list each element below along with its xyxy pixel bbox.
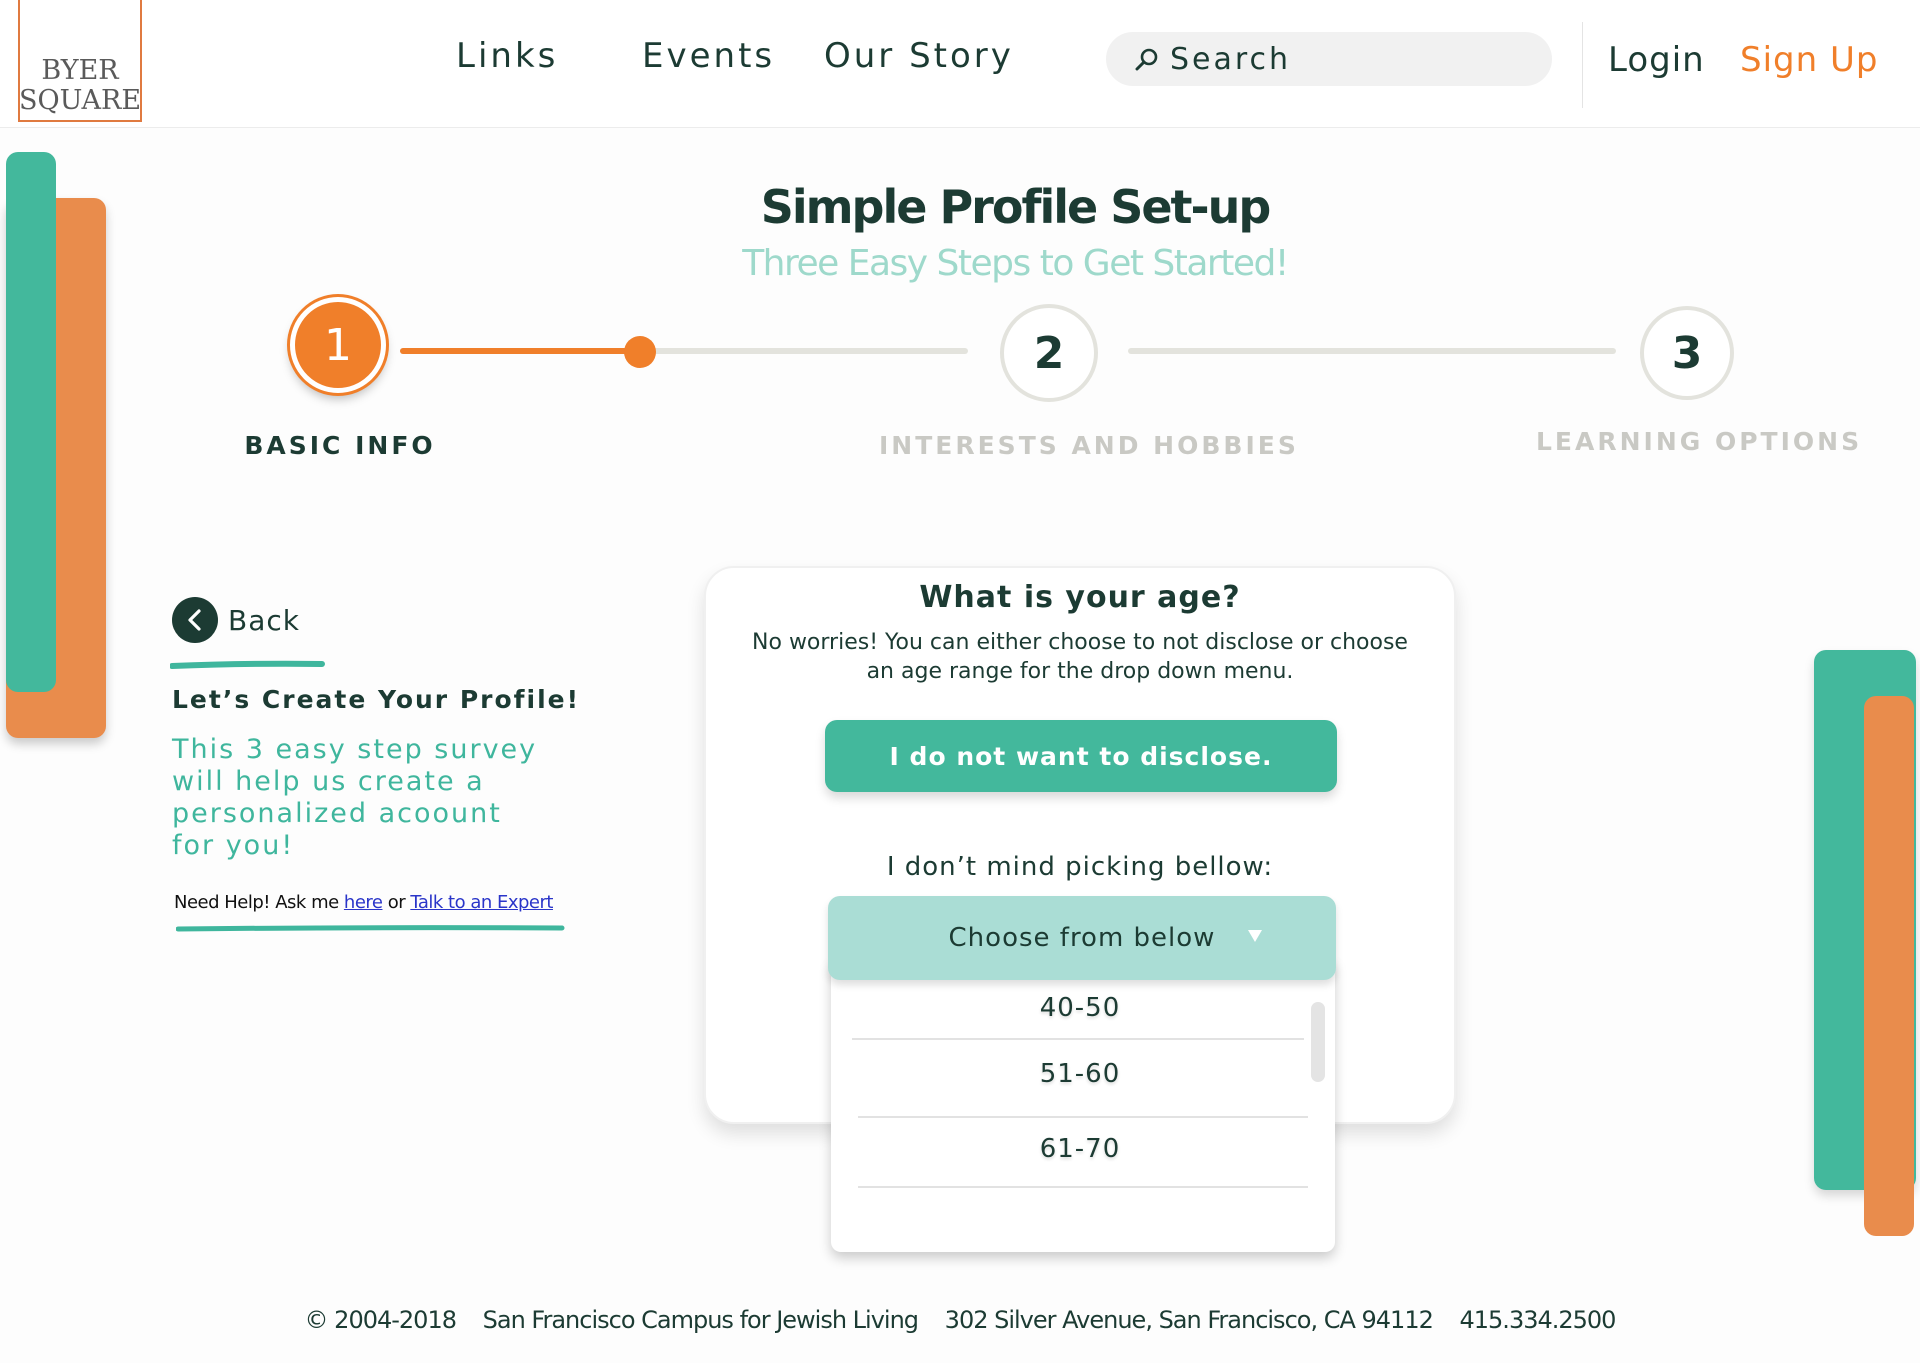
- progress-handle: [624, 336, 656, 368]
- nav-our-story[interactable]: Our Story: [824, 36, 1014, 76]
- site-header: BYER SQUARE Links Events Our Story Login…: [0, 0, 1920, 128]
- nav-events[interactable]: Events: [642, 36, 775, 76]
- search-icon: [1135, 48, 1158, 71]
- dropdown-placeholder: Choose from below: [948, 923, 1216, 953]
- profile-heading: Let’s Create Your Profile!: [172, 685, 581, 714]
- age-option-61-70[interactable]: 61-70: [852, 1134, 1308, 1164]
- nav-links[interactable]: Links: [456, 36, 558, 76]
- step-1-label: BASIC INFO: [244, 431, 436, 460]
- signup-link[interactable]: Sign Up: [1740, 40, 1878, 80]
- header-divider: [1582, 22, 1583, 108]
- decorative-bar-orange-right: [1864, 696, 1914, 1236]
- chevron-left-icon: [172, 597, 218, 643]
- step-3-circle[interactable]: 3: [1640, 306, 1734, 400]
- progress-track-2-background: [1128, 348, 1616, 354]
- footer-address: 302 Silver Avenue, San Francisco, CA 941…: [944, 1306, 1434, 1334]
- help-here-link[interactable]: here: [344, 892, 383, 913]
- login-link[interactable]: Login: [1608, 40, 1705, 80]
- step-3-number: 3: [1671, 327, 1703, 379]
- search-bar[interactable]: [1106, 32, 1552, 86]
- page-title: Simple Profile Set-up: [760, 180, 1272, 234]
- back-button[interactable]: Back: [172, 597, 300, 643]
- site-footer: © 2004-2018 San Francisco Campus for Jew…: [0, 1306, 1920, 1334]
- age-option-40-50[interactable]: 40-50: [852, 993, 1308, 1023]
- option-separator: [852, 1038, 1304, 1040]
- help-mid: or: [382, 892, 411, 913]
- do-not-disclose-button[interactable]: I do not want to disclose.: [825, 720, 1337, 792]
- site-logo[interactable]: BYER SQUARE: [18, 0, 142, 122]
- search-input[interactable]: [1170, 41, 1530, 77]
- logo-line-1: BYER: [41, 55, 119, 86]
- step-2-circle[interactable]: 2: [1000, 304, 1098, 402]
- footer-phone: 415.334.2500: [1459, 1306, 1617, 1334]
- logo-line-2: SQUARE: [18, 85, 142, 116]
- teal-underline-bottom: [176, 925, 565, 932]
- option-separator: [858, 1116, 1308, 1118]
- option-separator: [858, 1186, 1308, 1188]
- step-1-circle[interactable]: 1: [290, 297, 386, 393]
- pick-range-label: I don’t mind picking bellow:: [886, 852, 1274, 882]
- back-label: Back: [228, 603, 300, 637]
- help-line: Need Help! Ask me here or Talk to an Exp…: [174, 892, 553, 913]
- teal-underline-top: [170, 660, 325, 669]
- step-1-number: 1: [324, 319, 352, 371]
- step-3-label: LEARNING OPTIONS: [1536, 427, 1863, 456]
- talk-to-expert-link[interactable]: Talk to an Expert: [410, 892, 553, 913]
- step-2-number: 2: [1033, 327, 1065, 379]
- footer-organization: San Francisco Campus for Jewish Living: [482, 1306, 919, 1334]
- help-prefix: Need Help! Ask me: [174, 892, 344, 913]
- caret-down-icon: [1248, 930, 1262, 942]
- age-question-description: No worries! You can either choose to not…: [752, 630, 1408, 684]
- age-range-dropdown[interactable]: Choose from below: [828, 896, 1336, 980]
- progress-track-1-fill: [400, 348, 640, 354]
- page-subtitle: Three Easy Steps to Get Started!: [742, 243, 1289, 284]
- dropdown-scrollbar[interactable]: [1311, 1002, 1325, 1082]
- step-2-label: INTERESTS AND HOBBIES: [879, 431, 1299, 460]
- profile-description: This 3 easy step survey will help us cre…: [172, 734, 538, 861]
- age-option-51-60[interactable]: 51-60: [852, 1059, 1308, 1089]
- age-question-title: What is your age?: [919, 580, 1241, 615]
- footer-copyright: © 2004-2018: [304, 1306, 457, 1334]
